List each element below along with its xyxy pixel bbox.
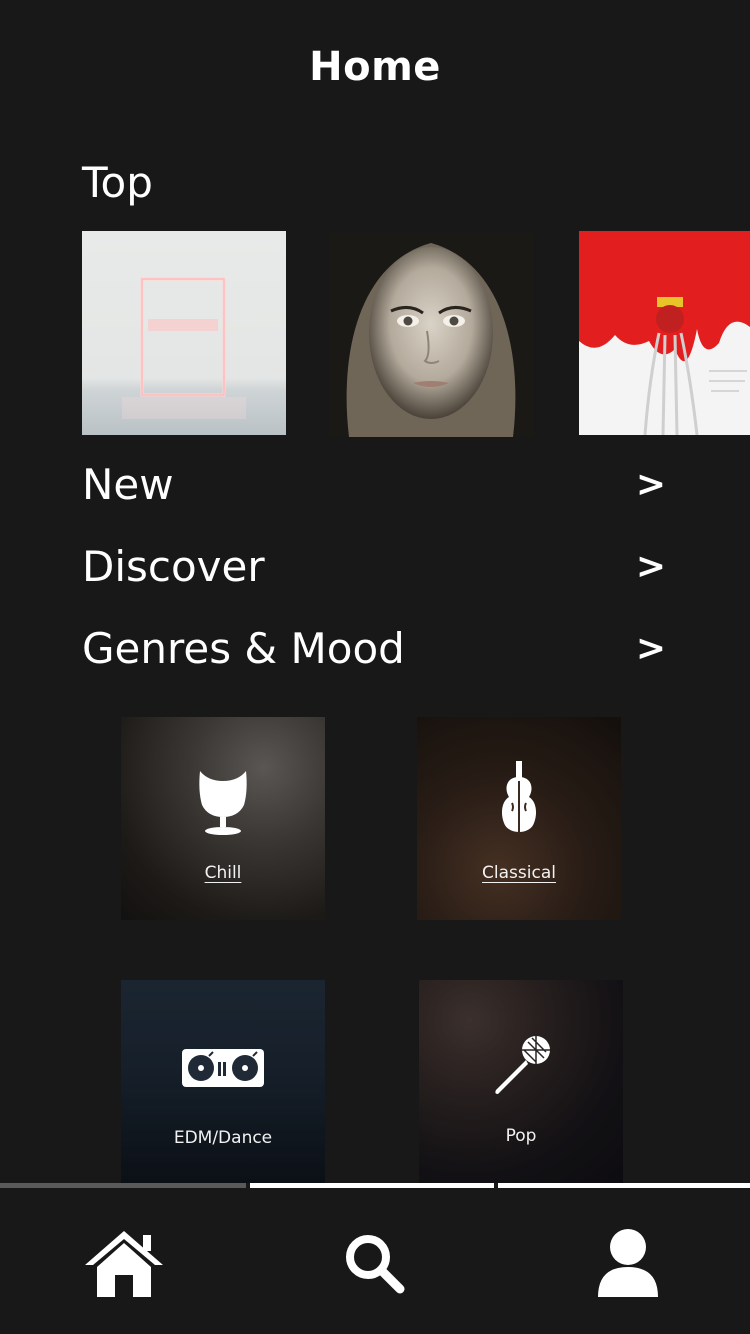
chevron-right-icon: > [635,627,666,669]
top-section-title: Top [82,158,153,207]
album-art-red-paint [579,231,750,435]
home-icon [85,1231,163,1297]
page-title: Home [309,44,441,90]
turntable-icon [182,1049,264,1087]
chevron-right-icon: > [635,463,666,505]
album-cover-1975[interactable] [82,231,286,435]
album-cover-anti[interactable] [579,231,750,435]
discover-link-row[interactable]: Discover > [82,538,672,594]
album-cover-adele-25[interactable] [329,233,533,437]
genre-label-pop: Pop [505,1126,537,1146]
chevron-right-icon: > [635,545,666,587]
genres-mood-label: Genres & Mood [82,623,405,673]
genre-label-chill: Chill [204,863,242,883]
user-icon [598,1229,658,1297]
search-icon [346,1235,405,1294]
discover-label: Discover [82,541,265,591]
genre-label-edm-dance: EDM/Dance [173,1128,273,1148]
violin-icon [501,761,537,833]
album-art-neon-frame [122,277,246,419]
new-label: New [82,459,174,509]
new-link-row[interactable]: New > [82,456,672,512]
tab-home[interactable] [74,1218,174,1308]
genre-tile-edm-dance[interactable]: EDM/Dance [121,980,325,1183]
tab-profile[interactable] [578,1218,678,1308]
genre-tile-chill[interactable]: Chill [121,717,325,920]
genres-mood-link-row[interactable]: Genres & Mood > [82,620,672,676]
album-art-portrait [329,233,533,437]
egg-chair-icon [199,771,247,835]
home-screen: Home Top New > Discover > Genres & Mood … [0,0,750,1334]
bottom-tab-bar [0,1188,750,1334]
genre-tile-classical[interactable]: Classical [417,717,621,920]
tab-search[interactable] [324,1218,424,1308]
genre-tile-pop[interactable]: Pop [419,980,623,1183]
microphone-icon [495,1036,550,1094]
genre-label-classical: Classical [482,863,556,883]
